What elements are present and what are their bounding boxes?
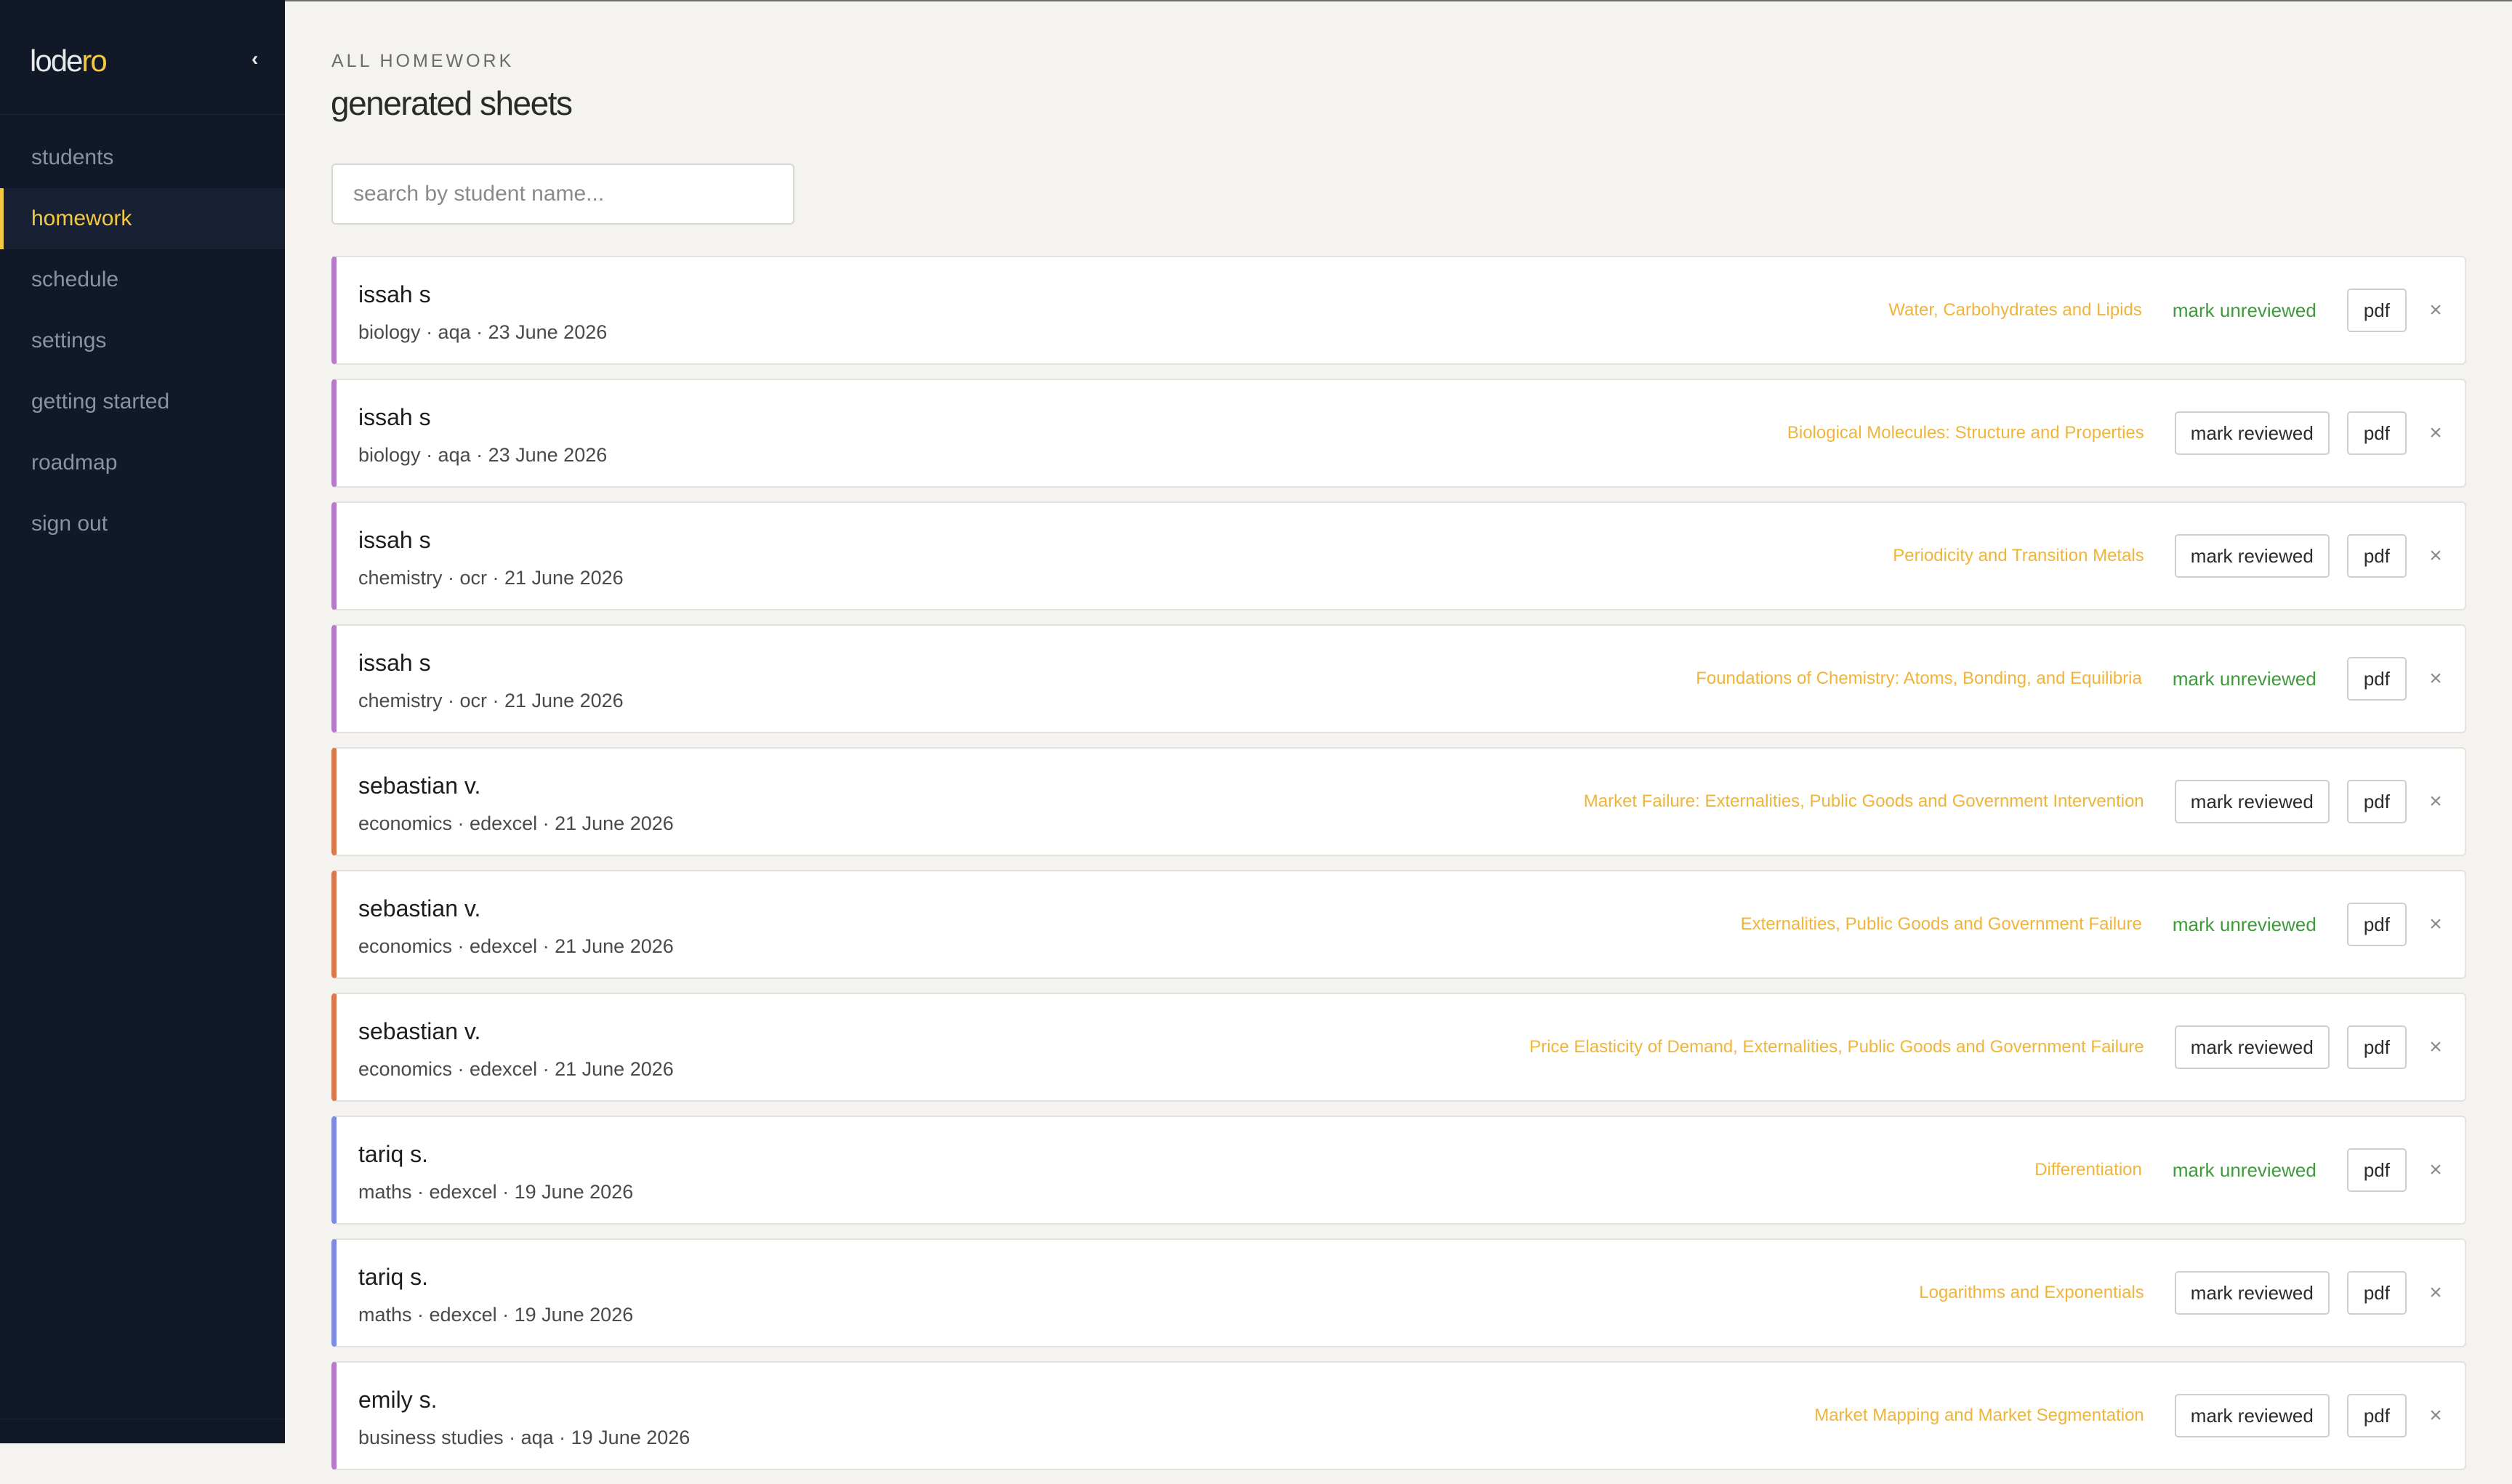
sidebar-item-settings[interactable]: settings: [0, 310, 285, 371]
pdf-button[interactable]: pdf: [2346, 657, 2407, 701]
close-icon[interactable]: ×: [2427, 1035, 2444, 1060]
row-actions: Market Mapping and Market Segmentation m…: [1814, 1363, 2465, 1469]
homework-row: issah s biology · aqa · 23 June 2026 Wat…: [331, 256, 2466, 365]
topic-link[interactable]: Biological Molecules: Structure and Prop…: [1787, 423, 2144, 443]
homework-row: issah s chemistry · ocr · 21 June 2026 F…: [331, 624, 2466, 733]
mark-reviewed-button[interactable]: mark reviewed: [2174, 534, 2330, 578]
student-name: tariq s.: [358, 1264, 429, 1290]
topic-link[interactable]: Market Mapping and Market Segmentation: [1814, 1406, 2144, 1426]
mark-reviewed-button[interactable]: mark reviewed: [2174, 1271, 2330, 1315]
homework-row: sebastian v. economics · edexcel · 21 Ju…: [331, 747, 2466, 856]
close-icon[interactable]: ×: [2427, 1281, 2444, 1305]
logo-accent-text: ro: [81, 44, 107, 78]
student-name: issah s: [358, 527, 431, 553]
mark-unreviewed-link[interactable]: mark unreviewed: [2173, 668, 2316, 690]
homework-meta: maths · edexcel · 19 June 2026: [358, 1181, 634, 1203]
sidebar-divider: [0, 114, 285, 115]
page-eyebrow: ALL HOMEWORK: [331, 51, 515, 71]
sidebar-item-homework[interactable]: homework: [0, 188, 285, 249]
homework-meta: chemistry · ocr · 21 June 2026: [358, 567, 624, 589]
row-actions: Price Elasticity of Demand, Externalitie…: [1529, 994, 2465, 1100]
close-icon[interactable]: ×: [2427, 666, 2444, 691]
mark-unreviewed-link[interactable]: mark unreviewed: [2173, 914, 2316, 936]
student-name: sebastian v.: [358, 773, 481, 799]
homework-row: sebastian v. economics · edexcel · 21 Ju…: [331, 993, 2466, 1102]
student-name: tariq s.: [358, 1141, 429, 1167]
row-actions: Biological Molecules: Structure and Prop…: [1787, 380, 2465, 486]
sidebar-nav: students homework schedule settings gett…: [0, 127, 285, 555]
pdf-button[interactable]: pdf: [2346, 1148, 2407, 1192]
main-content: ALL HOMEWORK generated sheets issah s bi…: [285, 0, 2512, 1470]
homework-meta: maths · edexcel · 19 June 2026: [358, 1304, 634, 1326]
pdf-button[interactable]: pdf: [2346, 1025, 2407, 1069]
student-name: issah s: [358, 404, 431, 430]
homework-row: sebastian v. economics · edexcel · 21 Ju…: [331, 870, 2466, 979]
topic-link[interactable]: Externalities, Public Goods and Governme…: [1741, 914, 2142, 935]
homework-meta: economics · edexcel · 21 June 2026: [358, 935, 674, 957]
student-name: sebastian v.: [358, 1018, 481, 1044]
homework-row: issah s chemistry · ocr · 21 June 2026 P…: [331, 501, 2466, 610]
close-icon[interactable]: ×: [2427, 544, 2444, 568]
sidebar-item-students[interactable]: students: [0, 127, 285, 188]
sidebar-item-getting-started[interactable]: getting started: [0, 371, 285, 432]
row-actions: Water, Carbohydrates and Lipids mark unr…: [1888, 257, 2465, 363]
mark-reviewed-button[interactable]: mark reviewed: [2174, 1394, 2330, 1437]
close-icon[interactable]: ×: [2427, 298, 2444, 323]
mark-reviewed-button[interactable]: mark reviewed: [2174, 411, 2330, 455]
homework-meta: biology · aqa · 23 June 2026: [358, 321, 608, 343]
close-icon[interactable]: ×: [2427, 1158, 2444, 1182]
logo-main-text: lode: [30, 44, 83, 78]
row-actions: Differentiation mark unreviewed pdf ×: [2034, 1117, 2465, 1223]
pdf-button[interactable]: pdf: [2346, 1394, 2407, 1437]
mark-reviewed-button[interactable]: mark reviewed: [2174, 780, 2330, 823]
sidebar-item-roadmap[interactable]: roadmap: [0, 432, 285, 493]
homework-row: tariq s. maths · edexcel · 19 June 2026 …: [331, 1116, 2466, 1225]
close-icon[interactable]: ×: [2427, 421, 2444, 445]
pdf-button[interactable]: pdf: [2346, 411, 2407, 455]
row-actions: Periodicity and Transition Metals mark r…: [1893, 503, 2465, 609]
homework-row: emily s. business studies · aqa · 19 Jun…: [331, 1361, 2466, 1470]
app-logo[interactable]: lodero: [30, 44, 108, 78]
mark-reviewed-button[interactable]: mark reviewed: [2174, 1025, 2330, 1069]
row-actions: Foundations of Chemistry: Atoms, Bonding…: [1696, 626, 2465, 732]
homework-meta: biology · aqa · 23 June 2026: [358, 444, 608, 466]
student-name: emily s.: [358, 1387, 438, 1413]
topic-link[interactable]: Logarithms and Exponentials: [1919, 1283, 2144, 1303]
homework-row: tariq s. maths · edexcel · 19 June 2026 …: [331, 1238, 2466, 1347]
page-title: generated sheets: [331, 84, 573, 122]
homework-meta: business studies · aqa · 19 June 2026: [358, 1427, 691, 1448]
homework-meta: economics · edexcel · 21 June 2026: [358, 1058, 674, 1080]
row-actions: Logarithms and Exponentials mark reviewe…: [1919, 1240, 2465, 1346]
homework-list: issah s biology · aqa · 23 June 2026 Wat…: [331, 256, 2466, 1484]
pdf-button[interactable]: pdf: [2346, 903, 2407, 946]
topic-link[interactable]: Market Failure: Externalities, Public Go…: [1584, 791, 2144, 812]
mark-unreviewed-link[interactable]: mark unreviewed: [2173, 1159, 2316, 1182]
sidebar-item-schedule[interactable]: schedule: [0, 249, 285, 310]
row-actions: Externalities, Public Goods and Governme…: [1741, 871, 2465, 977]
topic-link[interactable]: Periodicity and Transition Metals: [1893, 546, 2144, 566]
homework-meta: chemistry · ocr · 21 June 2026: [358, 690, 624, 711]
student-name: issah s: [358, 281, 431, 307]
topic-link[interactable]: Price Elasticity of Demand, Externalitie…: [1529, 1037, 2144, 1057]
topic-link[interactable]: Water, Carbohydrates and Lipids: [1888, 300, 2142, 320]
homework-row: issah s biology · aqa · 23 June 2026 Bio…: [331, 379, 2466, 488]
homework-meta: economics · edexcel · 21 June 2026: [358, 812, 674, 834]
student-name: issah s: [358, 650, 431, 676]
close-icon[interactable]: ×: [2427, 912, 2444, 937]
close-icon[interactable]: ×: [2427, 1403, 2444, 1428]
pdf-button[interactable]: pdf: [2346, 534, 2407, 578]
topic-link[interactable]: Foundations of Chemistry: Atoms, Bonding…: [1696, 669, 2142, 689]
collapse-sidebar-icon[interactable]: ‹: [251, 49, 263, 69]
student-name: sebastian v.: [358, 895, 481, 922]
row-actions: Market Failure: Externalities, Public Go…: [1584, 749, 2465, 855]
pdf-button[interactable]: pdf: [2346, 289, 2407, 332]
close-icon[interactable]: ×: [2427, 789, 2444, 814]
sidebar-item-sign-out[interactable]: sign out: [0, 493, 285, 555]
mark-unreviewed-link[interactable]: mark unreviewed: [2173, 299, 2316, 322]
pdf-button[interactable]: pdf: [2346, 780, 2407, 823]
sidebar: lodero ‹ students homework schedule sett…: [0, 0, 285, 1443]
pdf-button[interactable]: pdf: [2346, 1271, 2407, 1315]
search-input[interactable]: [331, 164, 794, 225]
topic-link[interactable]: Differentiation: [2034, 1160, 2142, 1180]
